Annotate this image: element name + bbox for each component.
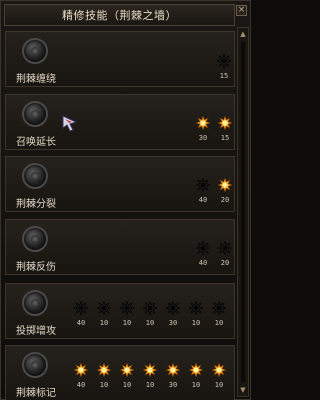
refine-skill-panel: 精修技能（荆棘之墙） × ▲ ▼ 荆棘缠绕 15 召唤延长 30 15 荆棘分裂 40 20 荆… [0,0,251,400]
star-unlit-icon[interactable] [74,301,88,315]
scrollbar[interactable]: ▲ ▼ [237,27,249,397]
star-lit-icon[interactable] [189,363,203,377]
star-lit-icon[interactable] [212,363,226,377]
scroll-up-icon[interactable]: ▲ [239,29,247,39]
star-value: 10 [99,381,109,389]
skill-name: 荆棘缠绕 [16,74,56,85]
skill-icon[interactable] [22,352,48,378]
star-lit-icon[interactable] [166,363,180,377]
star-value: 10 [191,319,201,327]
skill-row[interactable]: 荆棘分裂 40 20 [5,156,235,212]
scroll-down-icon[interactable]: ▼ [239,385,247,395]
star-unlit-icon[interactable] [143,301,157,315]
skill-icon[interactable] [22,163,48,189]
star-value: 10 [122,381,132,389]
star-unlit-icon[interactable] [189,301,203,315]
star-lit-icon[interactable] [74,363,88,377]
skill-row[interactable]: 荆棘反伤 40 20 [5,219,235,275]
skill-name: 投掷增攻 [16,326,56,337]
star-value: 30 [168,381,178,389]
close-button[interactable]: × [236,5,247,16]
star-value: 15 [220,134,230,142]
panel-title: 精修技能（荆棘之墙） [62,9,177,22]
star-unlit-icon[interactable] [120,301,134,315]
skill-icon[interactable] [22,38,48,64]
star-unlit-icon[interactable] [166,301,180,315]
skill-name: 荆棘反伤 [16,262,56,273]
skill-icon[interactable] [22,290,48,316]
star-value: 10 [99,319,109,327]
star-lit-icon[interactable] [218,116,232,130]
skill-icon[interactable] [22,101,48,127]
star-value: 40 [198,259,208,267]
skill-row[interactable]: 召唤延长 30 15 [5,94,235,150]
star-value: 15 [219,72,229,80]
star-value: 20 [220,196,230,204]
star-value: 10 [214,319,224,327]
star-value: 10 [145,319,155,327]
star-lit-icon[interactable] [120,363,134,377]
star-value: 10 [214,381,224,389]
mouse-cursor-icon [61,114,79,132]
skill-name: 召唤延长 [16,137,56,148]
scroll-track[interactable] [241,42,245,382]
star-value: 40 [76,319,86,327]
star-lit-icon[interactable] [196,116,210,130]
skill-row[interactable]: 投掷增攻 40 10 10 10 30 10 10 [5,283,235,339]
skill-name: 荆棘分裂 [16,199,56,210]
star-unlit-icon[interactable] [196,241,210,255]
star-value: 40 [198,196,208,204]
skill-row[interactable]: 荆棘缠绕 15 [5,31,235,87]
star-value: 20 [220,259,230,267]
title-bar: 精修技能（荆棘之墙） [4,4,235,26]
star-lit-icon[interactable] [143,363,157,377]
star-value: 40 [76,381,86,389]
star-unlit-icon[interactable] [212,301,226,315]
star-unlit-icon[interactable] [218,241,232,255]
star-unlit-icon[interactable] [196,178,210,192]
star-value: 10 [191,381,201,389]
skill-icon[interactable] [22,226,48,252]
star-value: 30 [168,319,178,327]
star-unlit-icon[interactable] [97,301,111,315]
star-lit-icon[interactable] [97,363,111,377]
star-value: 10 [145,381,155,389]
star-value: 30 [198,134,208,142]
star-lit-icon[interactable] [218,178,232,192]
star-unlit-icon[interactable] [217,54,231,68]
skill-name: 荆棘标记 [16,388,56,399]
skill-row[interactable]: 荆棘标记 40 10 10 10 30 10 10 [5,345,235,400]
star-value: 10 [122,319,132,327]
